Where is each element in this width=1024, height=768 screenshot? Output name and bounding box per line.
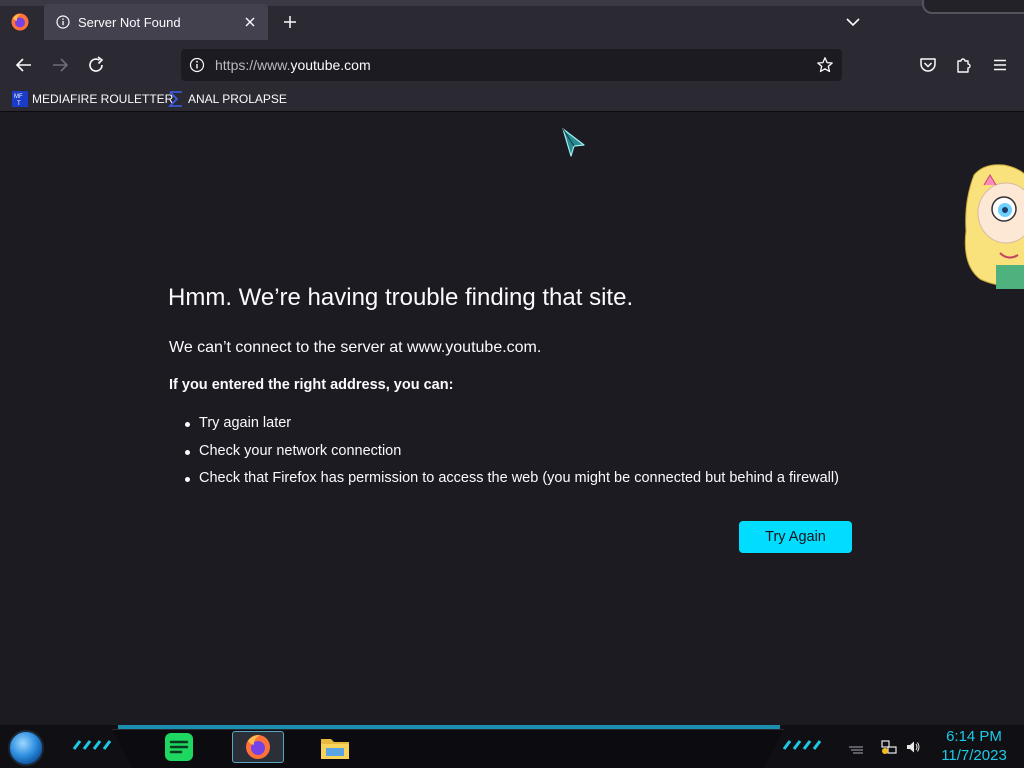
try-again-button[interactable]: Try Again [739,521,852,553]
forward-arrow-icon[interactable] [48,53,72,77]
bookmark-star-icon[interactable] [816,56,834,74]
error-subtitle: We can’t connect to the server at www.yo… [169,339,542,356]
sigma-icon [168,91,182,107]
svg-text:T: T [17,101,21,107]
url-prefix: https://www. [215,57,291,73]
start-button[interactable] [8,730,44,766]
url-domain: youtube.com [290,57,371,73]
show-hidden-icons-icon[interactable] [848,739,864,755]
suggestions-list: Try again later Check your network conne… [185,410,839,493]
taskbar: 6:14 PM 11/7/2023 [0,725,1024,768]
mediafire-icon: MF T [12,91,28,107]
new-tab-plus-icon[interactable] [280,12,300,32]
suggestions-lead: If you entered the right address, you ca… [169,377,454,393]
bookmarks-toolbar: MF T MEDIAFIRE ROULETTER ANAL PROLAPSE [0,86,1024,112]
bookmark-label: ANAL PROLAPSE [188,92,287,106]
spotify-icon[interactable] [163,731,195,763]
list-item: Try again later [185,410,839,438]
back-arrow-icon[interactable] [12,53,36,77]
bookmark-anal-prolapse[interactable]: ANAL PROLAPSE [168,89,287,109]
pocket-icon[interactable] [916,53,940,77]
address-bar[interactable]: https://www.youtube.com [181,49,842,81]
site-info-icon[interactable] [189,57,205,73]
reload-icon[interactable] [84,53,108,77]
decorative-chevrons-icon [782,740,822,750]
info-icon [56,15,70,29]
close-icon[interactable] [242,14,258,30]
taskbar-frame [112,729,784,768]
list-item: Check that Firefox has permission to acc… [185,465,839,493]
file-explorer-icon[interactable] [319,731,351,763]
decorative-chevrons-icon [72,740,112,750]
bookmark-mediafire-rouletter[interactable]: MF T MEDIAFIRE ROULETTER [12,89,173,109]
taskbar-accent-strip [118,725,780,729]
bookmark-label: MEDIAFIRE ROULETTER [32,92,174,106]
list-item: Check your network connection [185,438,839,466]
url-text[interactable]: https://www.youtube.com [215,57,371,73]
firefox-icon [246,735,270,759]
chevron-down-icon[interactable] [843,13,863,31]
tab-title: Server Not Found [78,14,181,30]
tab-strip: Server Not Found [0,0,1024,44]
extensions-puzzle-icon[interactable] [952,53,976,77]
system-clock[interactable]: 6:14 PM 11/7/2023 [936,727,1012,765]
error-page: Hmm. We’re having trouble finding that s… [0,113,1024,725]
taskbar-firefox-active[interactable] [232,731,284,763]
clock-date: 11/7/2023 [941,747,1007,764]
mouse-cursor-icon [562,128,585,157]
cartoon-character-sticker [960,161,1024,289]
network-icon[interactable] [881,739,897,755]
clock-time: 6:14 PM [946,728,1002,745]
svg-text:MF: MF [14,94,23,100]
tab-server-not-found[interactable]: Server Not Found [44,4,268,40]
hamburger-menu-icon[interactable] [988,53,1012,77]
navigation-toolbar: https://www.youtube.com [0,44,1024,86]
volume-icon[interactable] [905,739,921,755]
error-title: Hmm. We’re having trouble finding that s… [168,284,634,311]
firefox-icon[interactable] [10,12,30,32]
